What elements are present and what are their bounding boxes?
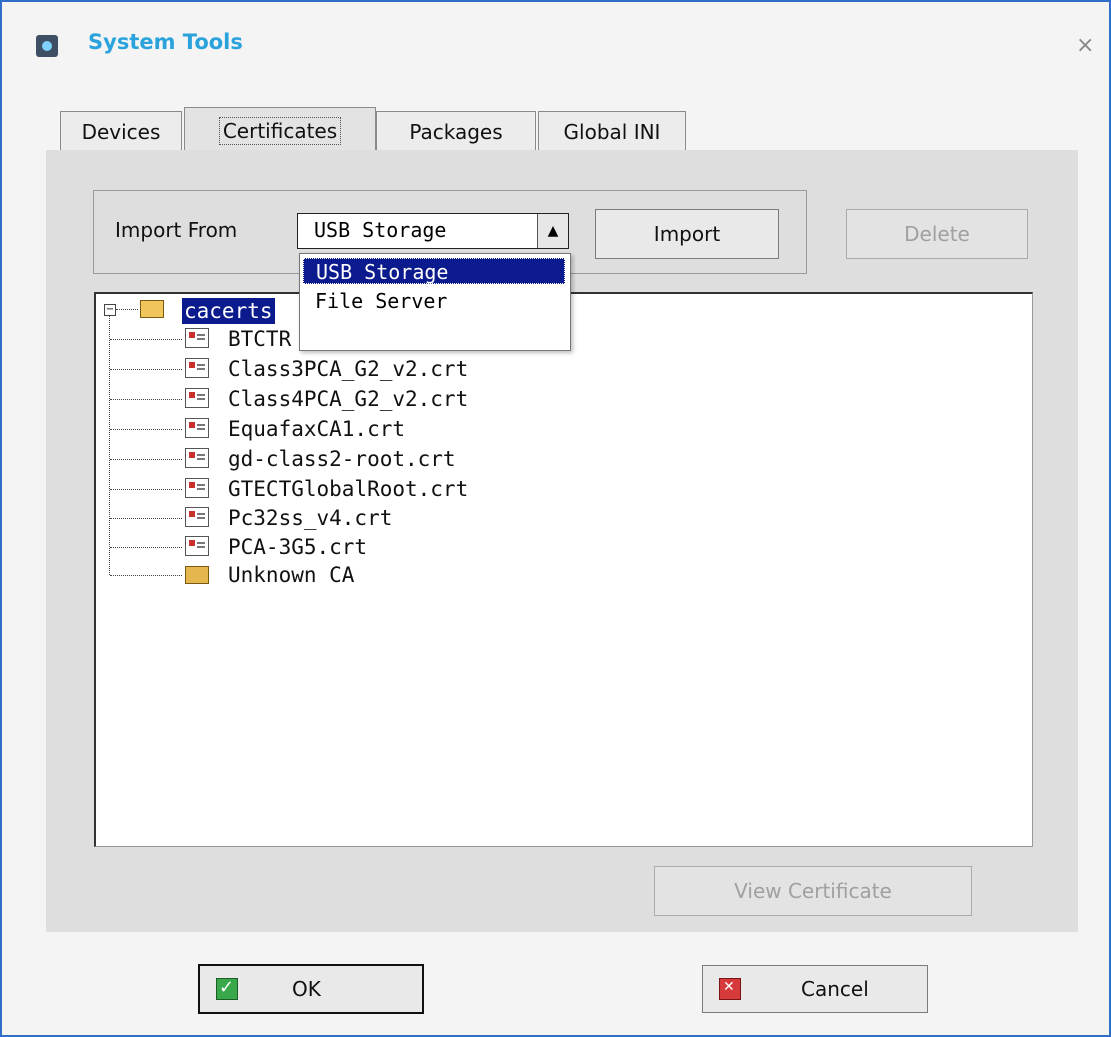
certificate-icon bbox=[185, 507, 209, 527]
tree-connector bbox=[110, 399, 182, 400]
tree-connector bbox=[110, 369, 182, 370]
close-icon[interactable]: × bbox=[1076, 33, 1094, 58]
ok-button[interactable]: OK bbox=[198, 964, 424, 1014]
tree-connector bbox=[110, 575, 182, 576]
tab-devices-label: Devices bbox=[81, 120, 161, 144]
folder-icon bbox=[185, 566, 209, 584]
open-folder-icon bbox=[140, 300, 164, 318]
window-title: System Tools bbox=[88, 30, 243, 54]
import-from-label: Import From bbox=[115, 218, 238, 242]
tree-item-pc32ss-v4[interactable]: Pc32ss_v4.crt bbox=[228, 505, 392, 531]
tree-item-gtectglobalroot[interactable]: GTECTGlobalRoot.crt bbox=[228, 476, 468, 502]
tree-connector bbox=[110, 429, 182, 430]
tree-connector bbox=[110, 547, 182, 548]
certificate-icon bbox=[185, 418, 209, 438]
tab-packages[interactable]: Packages bbox=[376, 111, 536, 152]
certificate-icon bbox=[185, 388, 209, 408]
tree-connector bbox=[110, 489, 182, 490]
certificate-icon bbox=[185, 536, 209, 556]
certificate-icon bbox=[185, 478, 209, 498]
tree-item-unknown-ca[interactable]: Unknown CA bbox=[228, 562, 354, 588]
dropdown-option-usb-storage[interactable]: USB Storage bbox=[303, 258, 565, 284]
tree-item-equafaxca1[interactable]: EquafaxCA1.crt bbox=[228, 416, 405, 442]
tree-item-class4pca[interactable]: Class4PCA_G2_v2.crt bbox=[228, 386, 468, 412]
tab-global-ini-label: Global INI bbox=[563, 120, 661, 144]
dropdown-option-file-server[interactable]: File Server bbox=[303, 288, 565, 314]
cancel-label: Cancel bbox=[801, 977, 869, 1001]
system-tools-icon bbox=[36, 35, 58, 57]
cancel-x-icon bbox=[719, 978, 741, 1000]
tree-connector bbox=[110, 518, 182, 519]
tab-global-ini[interactable]: Global INI bbox=[538, 111, 686, 152]
tab-certificates[interactable]: Certificates bbox=[184, 107, 376, 154]
import-source-value: USB Storage bbox=[314, 218, 447, 242]
delete-button[interactable]: Delete bbox=[846, 209, 1028, 259]
tab-packages-label: Packages bbox=[409, 120, 503, 144]
tree-connector bbox=[110, 339, 182, 340]
tree-connector bbox=[110, 459, 182, 460]
collapse-icon[interactable]: − bbox=[104, 304, 116, 316]
cancel-button[interactable]: Cancel bbox=[702, 965, 928, 1013]
tree-item-btctr[interactable]: BTCTR bbox=[228, 326, 291, 352]
tree-item-class3pca[interactable]: Class3PCA_G2_v2.crt bbox=[228, 356, 468, 382]
checkmark-icon bbox=[216, 977, 238, 1000]
tab-devices[interactable]: Devices bbox=[60, 111, 182, 152]
import-source-select[interactable]: USB Storage ▲ bbox=[297, 213, 569, 249]
certificate-icon bbox=[185, 358, 209, 378]
view-certificate-button[interactable]: View Certificate bbox=[654, 866, 972, 916]
tree-item-gd-class2-root[interactable]: gd-class2-root.crt bbox=[228, 446, 456, 472]
tree-root-cacerts[interactable]: cacerts bbox=[182, 298, 275, 324]
certificate-icon bbox=[185, 448, 209, 468]
import-source-dropdown: USB Storage File Server bbox=[299, 253, 571, 351]
tree-item-pca-3g5[interactable]: PCA-3G5.crt bbox=[228, 534, 367, 560]
tree-connector bbox=[116, 309, 138, 310]
combo-arrow-icon[interactable]: ▲ bbox=[537, 214, 568, 248]
tree-vertical-line bbox=[109, 316, 110, 575]
ok-label: OK bbox=[292, 977, 321, 1001]
tab-certificates-label: Certificates bbox=[218, 117, 342, 145]
import-button[interactable]: Import bbox=[595, 209, 779, 259]
certificate-icon bbox=[185, 328, 209, 348]
